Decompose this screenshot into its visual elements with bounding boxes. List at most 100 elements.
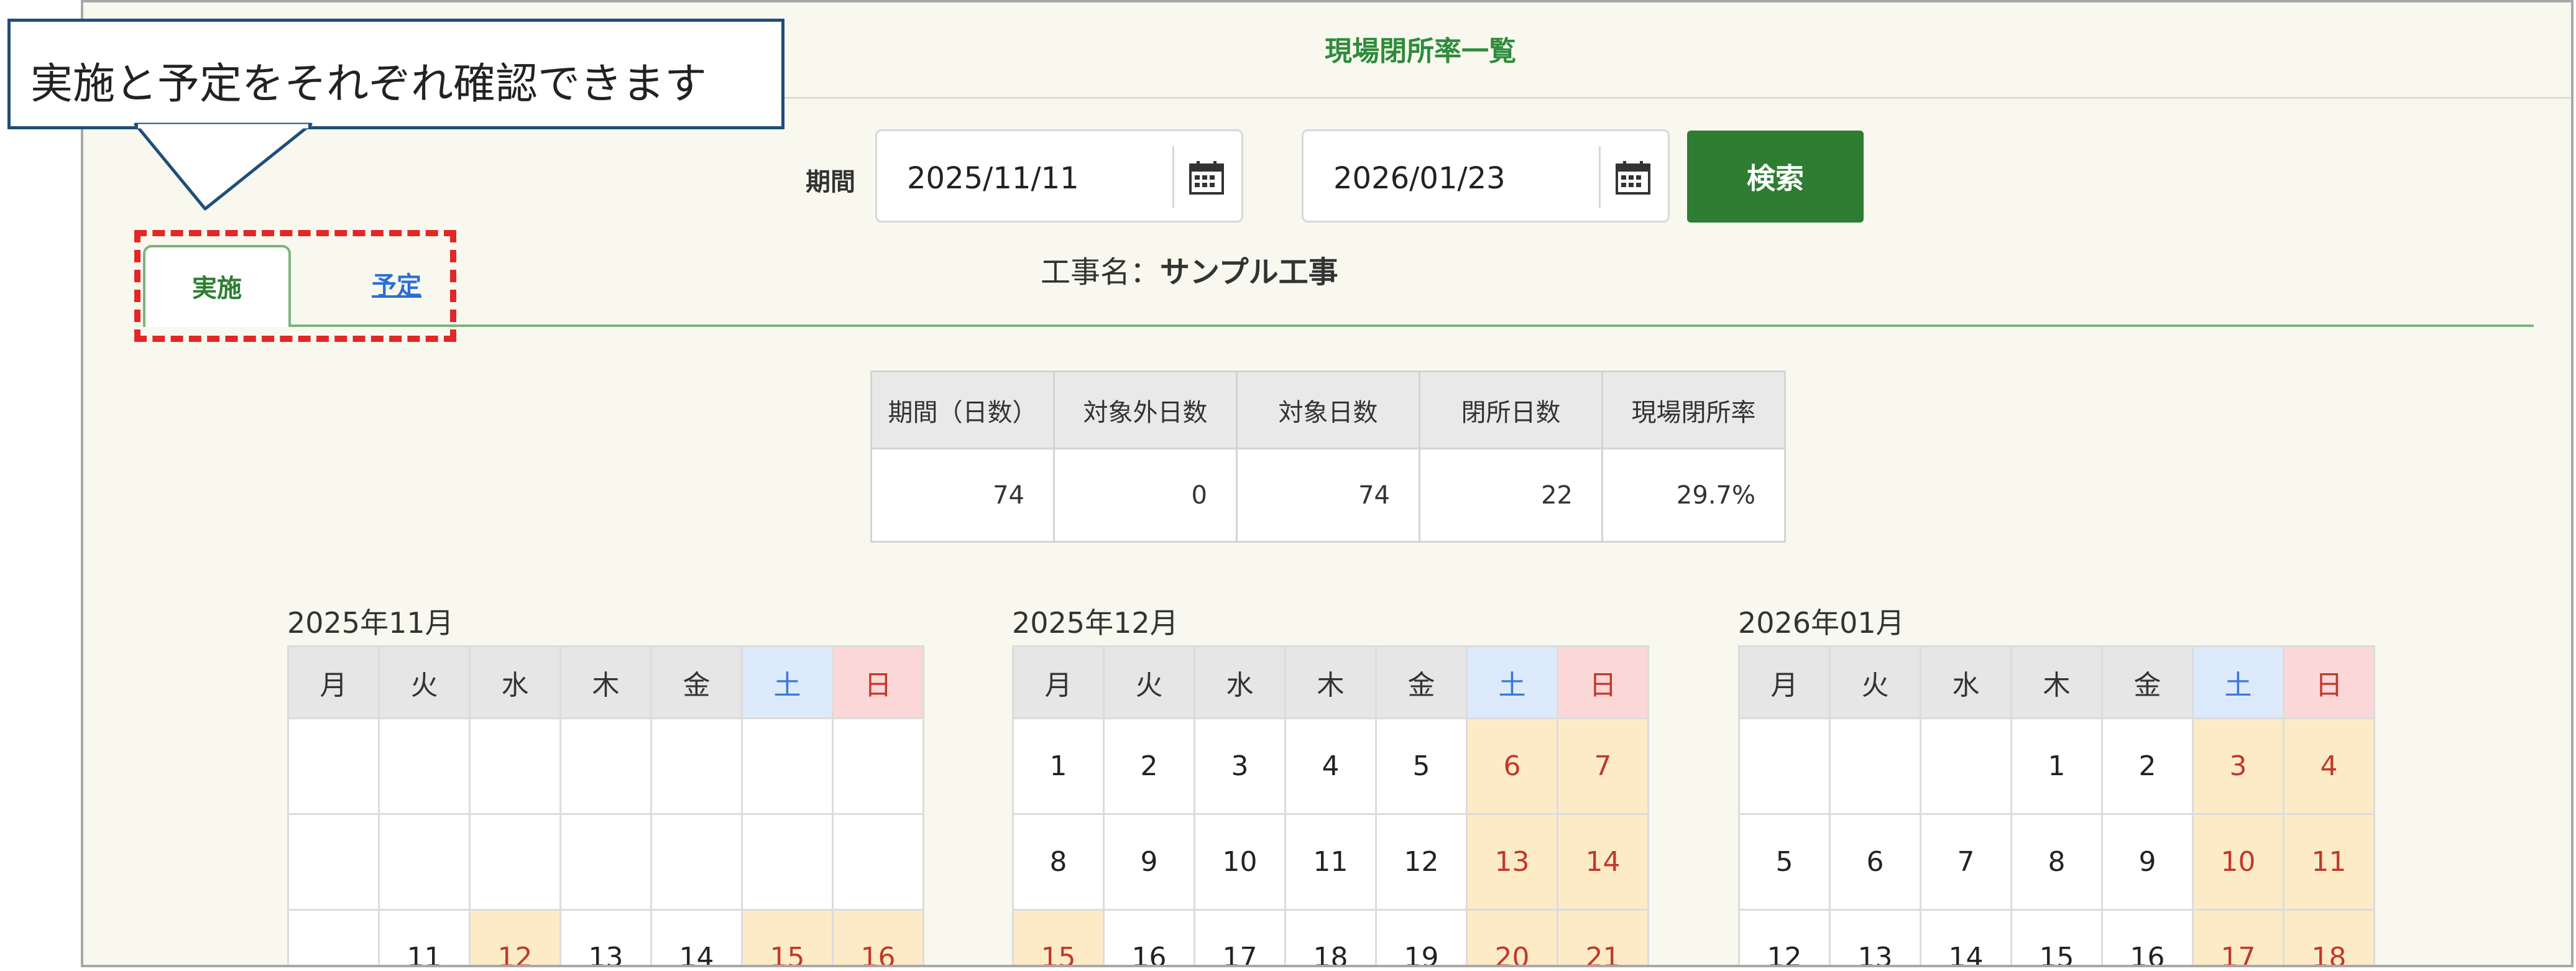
calendar-day-cell[interactable]: 14 [1920,909,2012,965]
calendar-day-cell[interactable]: 11 [378,909,471,965]
project-value: サンプル工事 [1160,255,1338,290]
callout-box: 実施と予定をそれぞれ確認できます [7,19,784,129]
calendar-day-cell[interactable]: 2 [1103,717,1195,815]
calendar-day-cell[interactable] [1738,717,1831,815]
summary-value-cell: 74 [1236,448,1420,543]
calendar-day-cell[interactable]: 12 [469,909,561,965]
summary-header-cell: 閉所日数 [1419,370,1603,449]
calendar-day-cell[interactable] [832,717,924,815]
calendar-day-cell[interactable]: 4 [1284,717,1377,815]
tab-underline [143,324,2534,327]
calendar-day-cell[interactable]: 3 [2192,717,2284,815]
calendar-weekday: 日 [832,645,924,719]
calendar-day-cell[interactable] [287,909,380,965]
calendar-day-cell[interactable]: 2 [2101,717,2194,815]
calendar-week-row: 11 12 13 14 15 16 [287,909,924,965]
calendar-day-cell[interactable]: 17 [1194,909,1286,965]
date-to-field[interactable]: 2026/01/23 [1302,129,1670,223]
calendar-day-cell[interactable] [378,813,471,911]
calendar-day-cell[interactable]: 5 [1375,717,1468,815]
calendar-day-cell[interactable]: 18 [2283,909,2375,965]
calendar-day-cell[interactable]: 4 [2283,717,2375,815]
calendar-day-cell[interactable]: 14 [650,909,743,965]
calendar-weekday: 土 [741,645,834,719]
calendar-day-cell[interactable]: 3 [1194,717,1286,815]
calendar-day-cell[interactable]: 12 [1375,813,1468,911]
calendar-day-cell[interactable]: 15 [741,909,834,965]
calendar-day-cell[interactable]: 9 [2101,813,2194,911]
calendar-weekday: 火 [378,645,471,719]
callout-text: 実施と予定をそれぞれ確認できます [30,60,707,109]
calendar-day-cell[interactable]: 13 [559,909,652,965]
calendar-weekday: 金 [2101,645,2194,719]
date-from-value[interactable]: 2025/11/11 [907,161,1079,196]
calendar-day-cell[interactable]: 13 [1466,813,1558,911]
field-separator [1599,146,1601,208]
tab-planned[interactable]: 予定 [328,245,465,327]
calendar-day-cell[interactable] [559,717,652,815]
calendar-weekday: 土 [1466,645,1558,719]
calendar-day-cell[interactable] [287,717,380,815]
calendar-day-cell[interactable]: 6 [1829,813,1921,911]
calendar-day-cell[interactable] [469,813,561,911]
calendar-day-cell[interactable]: 19 [1375,909,1468,965]
calendar-month-title: 2025年11月 [287,606,454,640]
search-button[interactable]: 検索 [1687,131,1864,223]
calendar-day-cell[interactable]: 10 [1194,813,1286,911]
calendar-day-cell[interactable] [1920,717,2012,815]
calendar-day-cell[interactable]: 8 [1012,813,1105,911]
calendar-week-row: 8 9 10 11 12 13 14 [1012,813,1649,911]
calendar-day-cell[interactable]: 11 [1284,813,1377,911]
calendar-day-cell[interactable] [741,813,834,911]
calendar-day-cell[interactable]: 20 [1466,909,1558,965]
calendar-weekday-row: 月火水木金土日 [287,645,924,719]
calendar-day-cell[interactable] [832,813,924,911]
calendar-day-cell[interactable] [650,813,743,911]
calendar-day-cell[interactable] [741,717,834,815]
calendar-grid: 月火水木金土日 11 12 13 14 15 16 [287,645,924,965]
calendar-day-cell[interactable]: 7 [1920,813,2012,911]
calendar-day-cell[interactable]: 12 [1738,909,1831,965]
calendar-weekday-row: 月火水木金土日 [1738,645,2375,719]
calendar-day-cell[interactable]: 17 [2192,909,2284,965]
calendar-weekday: 日 [1557,645,1649,719]
date-from-field[interactable]: 2025/11/11 [875,129,1243,223]
summary-value-cell: 74 [870,448,1055,543]
calendar-day-cell[interactable]: 6 [1466,717,1558,815]
calendar-day-cell[interactable]: 1 [1012,717,1105,815]
calendar-day-cell[interactable] [469,717,561,815]
calendar-day-cell[interactable] [559,813,652,911]
calendar-day-cell[interactable]: 9 [1103,813,1195,911]
calendar-day-cell[interactable]: 16 [1103,909,1195,965]
calendar-day-cell[interactable]: 13 [1829,909,1921,965]
calendar-icon[interactable] [1614,160,1652,196]
calendar-day-cell[interactable]: 16 [832,909,924,965]
calendar-day-cell[interactable]: 11 [2283,813,2375,911]
calendar-day-cell[interactable]: 18 [1284,909,1377,965]
calendar-day-cell[interactable]: 21 [1557,909,1649,965]
calendar-day-cell[interactable]: 8 [2010,813,2103,911]
calendar-week-row: 15 16 17 18 19 20 21 [1012,909,1649,965]
calendar-day-cell[interactable]: 1 [2010,717,2103,815]
calendar-day-cell[interactable] [650,717,743,815]
calendar-weekday-row: 月火水木金土日 [1012,645,1649,719]
summary-value-cell: 29.7% [1601,448,1786,543]
calendar-day-cell[interactable]: 14 [1557,813,1649,911]
period-label: 期間 [806,168,855,196]
calendar-day-cell[interactable]: 15 [2010,909,2103,965]
calendar-day-cell[interactable] [1829,717,1921,815]
calendar-weekday: 木 [2010,645,2103,719]
summary-header-cell: 対象日数 [1236,370,1420,449]
calendar-day-cell[interactable]: 10 [2192,813,2284,911]
date-to-value[interactable]: 2026/01/23 [1333,161,1506,196]
calendar-day-cell[interactable] [378,717,471,815]
calendar-day-cell[interactable]: 7 [1557,717,1649,815]
calendar-icon[interactable] [1188,160,1225,196]
calendar-day-cell[interactable]: 16 [2101,909,2194,965]
calendar-day-cell[interactable]: 15 [1012,909,1105,965]
calendar-day-cell[interactable] [287,813,380,911]
calendar-week-row: 1234567 [1012,717,1649,815]
tab-actual[interactable]: 実施 [143,245,291,327]
summary-header-cell: 対象外日数 [1053,370,1238,449]
calendar-day-cell[interactable]: 5 [1738,813,1831,911]
